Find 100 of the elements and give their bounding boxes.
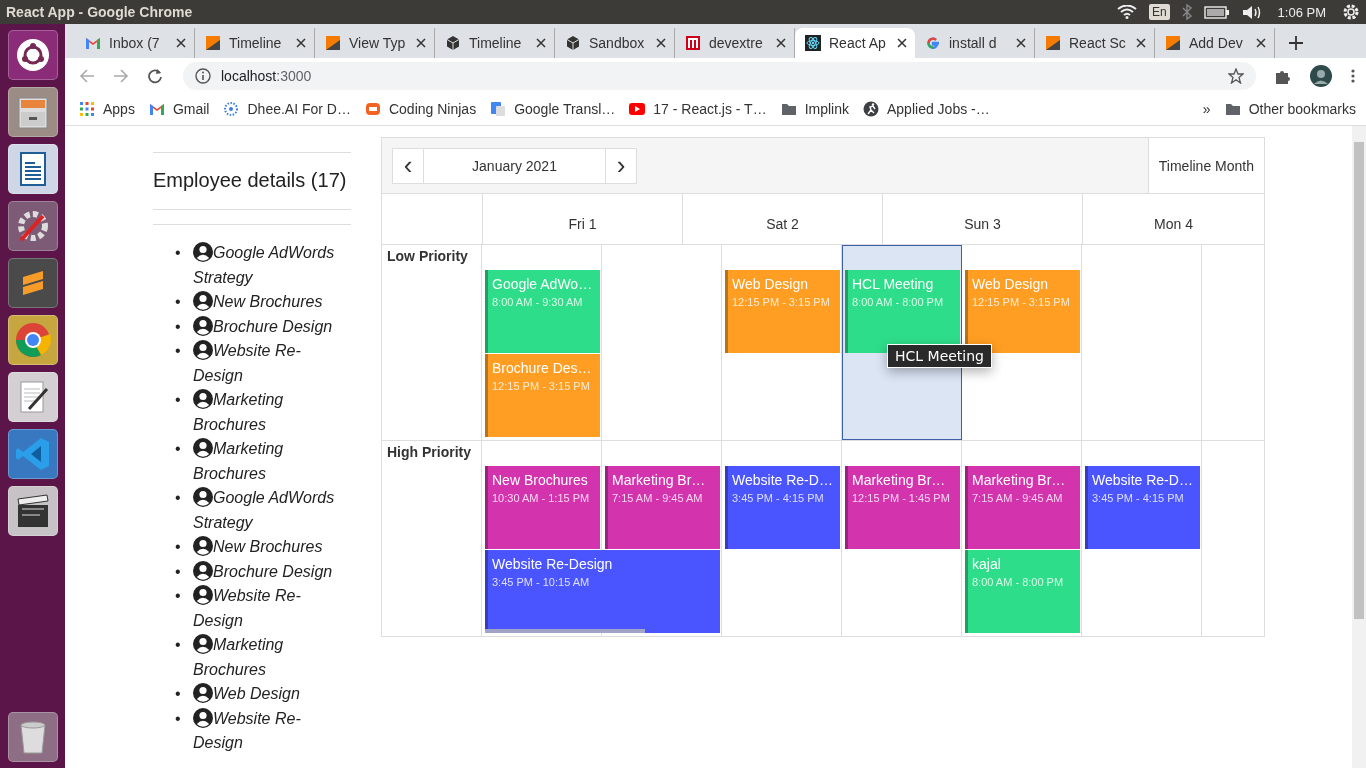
appointment-time: 10:30 AM - 1:15 PM <box>492 492 591 504</box>
bookmark[interactable]: Apps <box>79 101 135 117</box>
appointment[interactable]: Marketing Br… 7:15 AM - 9:45 AM <box>965 466 1080 549</box>
group-label: Low Priority <box>382 245 482 440</box>
bullet: • <box>175 292 182 312</box>
day-header: Sun 3 <box>883 194 1083 244</box>
appointment[interactable]: New Brochures 10:30 AM - 1:15 PM <box>485 466 600 549</box>
reload-icon[interactable] <box>147 67 163 84</box>
close-icon[interactable] <box>536 38 546 48</box>
cabinet-icon[interactable] <box>7 87 58 137</box>
star-icon[interactable] <box>1228 67 1244 84</box>
scrollbar[interactable] <box>1352 126 1366 768</box>
folder-icon <box>1224 101 1241 117</box>
runner-icon <box>863 101 879 117</box>
bookmark[interactable]: Dhee.AI For D… <box>223 101 351 117</box>
framed-n-icon <box>685 35 701 51</box>
envelope-icon <box>85 35 101 51</box>
appointment[interactable]: Marketing Br… 12:15 PM - 1:45 PM <box>845 466 960 549</box>
stripe-logo-icon <box>325 35 341 51</box>
user-circle-icon <box>193 585 213 605</box>
bullet: • <box>175 488 182 508</box>
kebab-menu-icon[interactable] <box>1350 67 1356 84</box>
day-header: Mon 4 <box>1153 215 1194 234</box>
code-editor-icon[interactable] <box>7 429 58 479</box>
address-bar[interactable]: localhost:3000 <box>183 61 1256 90</box>
wrench-gear-icon[interactable] <box>7 201 58 251</box>
bullet: • <box>175 439 182 459</box>
trash-icon[interactable] <box>7 712 58 762</box>
user-circle-icon <box>193 560 213 581</box>
bookmark[interactable]: Implink <box>780 101 849 117</box>
info-icon[interactable] <box>195 67 211 84</box>
close-icon[interactable] <box>176 38 186 48</box>
grid-icon <box>79 101 95 117</box>
appointment[interactable]: Marketing Br… 7:15 AM - 9:45 AM <box>605 466 720 549</box>
document-icon[interactable] <box>7 144 58 194</box>
employee-item: New Brochures <box>193 535 326 560</box>
bullet: • <box>175 561 182 582</box>
view-tab[interactable]: Timeline Month <box>1147 138 1264 193</box>
wifi-icon[interactable] <box>1116 5 1137 19</box>
bullet: • <box>175 243 182 263</box>
appointment-time: 12:15 PM - 3:15 PM <box>492 380 591 392</box>
appointment[interactable]: Website Re-D… 3:45 PM - 4:15 PM <box>725 466 840 549</box>
user-circle-icon <box>193 634 213 654</box>
day-header: Fri 1 <box>483 194 683 244</box>
volume-icon[interactable] <box>1241 4 1262 20</box>
appointment[interactable]: Website Re-Design 3:45 PM - 10:15 AM <box>485 550 720 633</box>
tab-title: React Ap <box>829 35 887 51</box>
close-icon[interactable] <box>776 38 786 48</box>
close-icon[interactable] <box>1136 38 1146 48</box>
close-icon[interactable] <box>296 38 306 48</box>
atom-icon <box>805 35 821 51</box>
employee-item: Website Re-Design <box>193 339 302 386</box>
clapperboard-icon[interactable] <box>7 486 58 536</box>
bookmark[interactable]: Applied Jobs -… <box>863 101 990 117</box>
appointment-time: 8:00 AM - 8:00 PM <box>972 576 1065 588</box>
more-bookmarks-button[interactable]: » <box>1202 101 1211 117</box>
window-title: React App - Google Chrome <box>6 4 193 20</box>
bullet: • <box>175 341 182 361</box>
employee-item: Brochure Design <box>193 559 336 584</box>
tab-title: Inbox (7 <box>109 35 161 51</box>
date-navigator-caption[interactable]: January 2021 <box>424 147 605 184</box>
bookmark[interactable]: 17 - React.js - T… <box>629 101 767 117</box>
power-gear-icon[interactable] <box>1342 3 1360 21</box>
user-circle-icon <box>193 340 213 360</box>
tooltip: HCL Meeting <box>887 344 992 368</box>
avatar-icon[interactable] <box>1310 64 1332 87</box>
keyboard-indicator[interactable]: En <box>1148 4 1170 20</box>
browser-tab[interactable]: React Ap <box>795 28 915 58</box>
circle-logo-icon[interactable] <box>7 30 58 80</box>
appointment[interactable]: Website Re-D… 3:45 PM - 4:15 PM <box>1085 466 1200 549</box>
bookmark[interactable]: Other bookmarks <box>1224 101 1356 117</box>
next-button[interactable]: › <box>605 147 637 184</box>
close-icon[interactable] <box>1016 38 1026 48</box>
close-icon[interactable] <box>656 38 666 48</box>
user-circle-icon <box>193 487 213 507</box>
close-icon[interactable] <box>1256 38 1266 48</box>
appointment-time: 7:15 AM - 9:45 AM <box>972 492 1064 504</box>
bookmark[interactable]: Google Transl… <box>490 101 616 117</box>
previous-button[interactable]: ‹ <box>392 147 424 184</box>
employee-item: Marketing Brochures <box>193 633 285 680</box>
close-icon[interactable] <box>897 38 907 48</box>
scrollbar[interactable] <box>485 629 645 633</box>
url-text: localhost:3000 <box>221 67 312 84</box>
tab-title: Sandbox <box>589 35 646 51</box>
appointment-title: Website Re-D… <box>1092 472 1193 488</box>
close-icon[interactable] <box>416 38 426 48</box>
bookmark[interactable]: Gmail <box>148 101 210 117</box>
bluetooth-icon[interactable] <box>1181 4 1192 20</box>
battery-icon[interactable] <box>1203 5 1230 19</box>
s-logo-icon[interactable] <box>7 258 58 308</box>
bullet: • <box>175 635 182 655</box>
bullet: • <box>175 537 182 557</box>
tab-title: View Typ <box>349 35 407 51</box>
clock[interactable]: 1:06 PM <box>1277 4 1326 20</box>
new-tab-plus-icon[interactable] <box>1289 36 1303 50</box>
browser-logo-icon[interactable] <box>7 315 58 365</box>
user-circle-icon <box>193 315 213 336</box>
notepad-pencil-icon[interactable] <box>7 372 58 422</box>
bookmark[interactable]: Coding Ninjas <box>364 101 477 117</box>
day-header: Sat 2 <box>683 194 883 244</box>
